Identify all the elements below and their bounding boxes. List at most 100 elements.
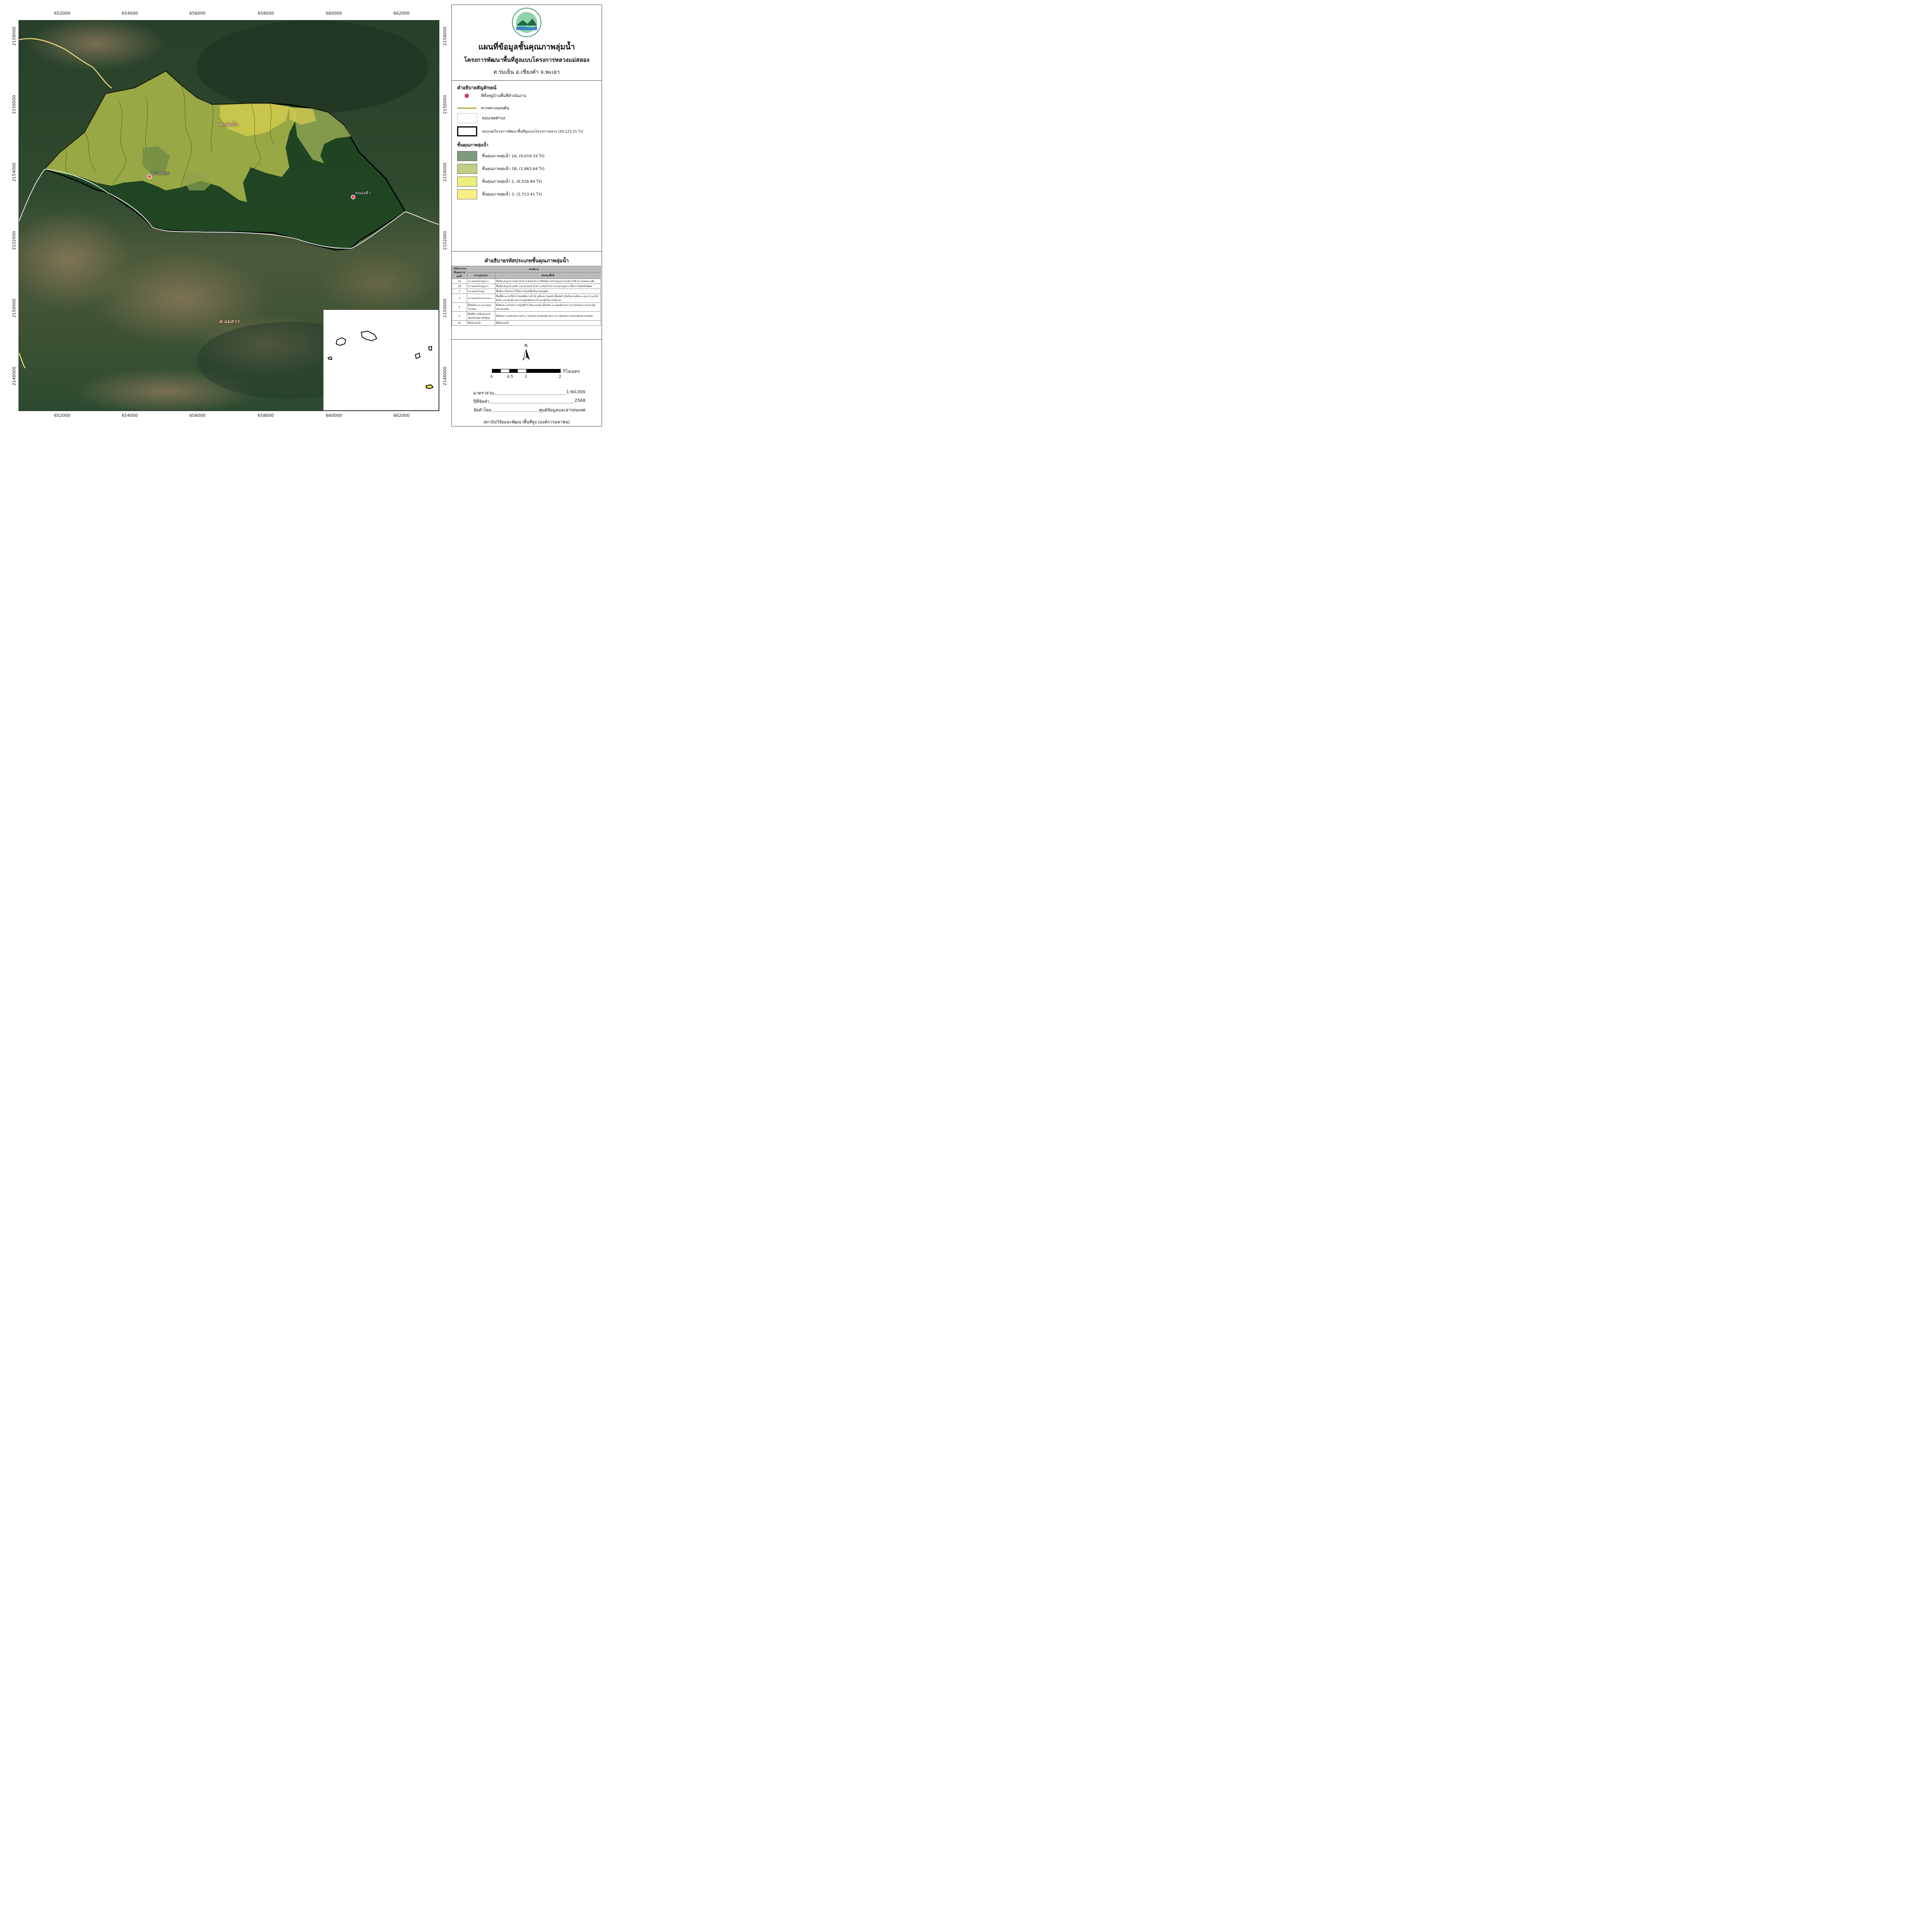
scale-block: N 0 0.5 1 2 กิโลเมตร มาตราส่วน 1:60,000 …: [452, 339, 602, 426]
y-tick: 2148000: [12, 367, 17, 386]
x-tick: 652000: [54, 11, 70, 16]
info-label: มาตราส่วน: [473, 391, 494, 396]
y-tick: 2150000: [442, 299, 447, 318]
location-text: ต.ร่มเย็น อ.เชียงคำ จ.พะเยา: [493, 69, 560, 75]
legend-block: คำอธิบายสัญลักษณ์ ที่ตั้งหมู่บ้านพื้นที่…: [452, 80, 602, 252]
legend-label: ชั้นคุณภาพลุ่มน้ำ 1B, (1,863.64 ไร่): [482, 167, 545, 171]
legend-item-class-2: ชั้นคุณภาพลุ่มน้ำ 2, (6,526.84 ไร่): [457, 176, 542, 187]
info-label: ปีที่จัดทำ: [473, 399, 490, 404]
x-tick: 662000: [393, 11, 410, 16]
x-tick: 654000: [122, 11, 138, 16]
organization-name: สถาบันวิจัยและพัฒนาพื้นที่สูง (องค์การมห…: [483, 420, 570, 425]
y-tick: 2156000: [12, 95, 17, 114]
scale-info-row: มาตราส่วน 1:60,000: [473, 389, 585, 396]
class-1a-swatch: [457, 151, 477, 161]
scale-bar: [492, 369, 561, 373]
y-tick: 2152000: [442, 231, 447, 250]
table-row: 4 พื้นที่เนินราบ ความอ่อนไหวน้อย พื้นที่เห…: [452, 303, 601, 312]
y-tick: 2158000: [12, 27, 17, 46]
y-tick: 2154000: [12, 163, 17, 182]
village-label: ผาแดงบน: [151, 171, 170, 176]
table-row: 1A ความอ่อนไหวสูงมาก พื้นที่ป่าสมบูรณ์ ก่อ…: [452, 279, 601, 284]
table-row: 1B ความอ่อนไหวสูงมาก พื้นที่ป่าสมบูรณ์ แต่…: [452, 284, 601, 289]
inset-area-outline: [335, 337, 347, 346]
tambon-boundary-icon: [457, 113, 477, 123]
y-tick: 2152000: [12, 231, 17, 250]
legend-label: ที่ตั้งหมู่บ้านพื้นที่ดำเนินงาน: [481, 93, 526, 98]
x-tick: 656000: [189, 11, 206, 16]
legend-item-village: ที่ตั้งหมู่บ้านพื้นที่ดำเนินงาน: [457, 90, 526, 101]
village-marker-icon: [457, 93, 476, 98]
title-block: แผนที่ข้อมูลชั้นคุณภาพลุ่มน้ำ โครงการพัฒ…: [452, 5, 602, 81]
x-tick: 660000: [326, 413, 342, 418]
y-tick: 2156000: [442, 95, 447, 114]
y-tick: 2148000: [442, 367, 447, 386]
scale-label: 1: [525, 375, 527, 379]
table-head: ความอ่อนไหว: [467, 272, 495, 279]
inset-area-outline: [428, 346, 432, 350]
legend-item-class-1a: ชั้นคุณภาพลุ่มน้ำ 1A, (9,019.33 ไร่): [457, 151, 544, 161]
table-head: ลักษณะพื้นที่: [495, 272, 601, 279]
class-1b-swatch: [457, 164, 477, 174]
legend-panel: แผนที่ข้อมูลชั้นคุณภาพลุ่มน้ำ โครงการพัฒ…: [451, 5, 602, 427]
legend-item-class-1b: ชั้นคุณภาพลุ่มน้ำ 1B, (1,863.64 ไร่): [457, 163, 544, 174]
scale-bar-segment: [492, 369, 501, 372]
x-tick: 658000: [258, 413, 274, 418]
code-table-title: คำอธิบายรหัสประเภทชั้นคุณภาพลุ่มน้ำ: [485, 258, 569, 264]
village-marker-icon: [351, 195, 355, 199]
legend-item-highway: ทางหลวงแผ่นดิน: [457, 103, 509, 114]
scale-bar-segment: [526, 369, 560, 372]
year-info-row: ปีที่จัดทำ 2568: [473, 398, 585, 405]
x-tick: 654000: [122, 413, 138, 418]
class-legend-title: ชั้นคุณภาพลุ่มน้ำ: [457, 143, 488, 148]
x-tick: 662000: [393, 413, 410, 418]
map-sheet: 652000 654000 656000 658000 660000 66200…: [0, 0, 606, 428]
info-label: จัดทำโดย: [473, 408, 492, 413]
table-head: คำอธิบาย: [467, 266, 601, 273]
terrain-patch: [320, 252, 436, 314]
x-tick: 658000: [258, 11, 274, 16]
project-boundary-icon: [457, 126, 477, 136]
x-tick: 656000: [189, 413, 206, 418]
legend-label: ขอบเขตตำบล: [482, 116, 505, 121]
legend-item-class-3: ชั้นคุณภาพลุ่มน้ำ 3, (2,713.41 ไร่): [457, 189, 542, 200]
tambon-label: ต.ร่มเย็น: [219, 122, 238, 127]
map-title: แผนที่ข้อมูลชั้นคุณภาพลุ่มน้ำ: [478, 42, 575, 51]
village-marker-icon: [147, 174, 152, 179]
legend-label: ชั้นคุณภาพลุ่มน้ำ 3, (2,713.41 ไร่): [482, 192, 542, 197]
project-name: โครงการพัฒนาพื้นที่สูงแบบโครงการหลวงแม่ส…: [464, 56, 590, 63]
scale-label: 2: [559, 375, 561, 379]
scale-unit: กิโลเมตร: [563, 369, 580, 374]
scale-bar-segment: [501, 369, 509, 372]
x-tick: 652000: [54, 413, 70, 418]
class-2-swatch: [457, 177, 477, 187]
y-tick: 2154000: [442, 163, 447, 182]
maker-info-row: จัดทำโดย ศูนย์ข้อมูลและสารสนเทศ: [473, 406, 585, 413]
inset-canvas: [327, 330, 434, 389]
inset-area-outline: [415, 352, 421, 359]
inset-map: [323, 309, 439, 411]
info-value: ศูนย์ข้อมูลและสารสนเทศ: [539, 408, 585, 413]
scale-bar-segment: [518, 369, 526, 372]
scale-label: 0: [490, 375, 493, 379]
class-3-swatch: [457, 189, 477, 199]
scale-bar-segment: [509, 369, 518, 372]
terrain-patch: [197, 20, 429, 113]
table-row: 5 พื้นที่ที่ราบหรือเนินลาดเอียงเล็กน้อย ห…: [452, 311, 601, 321]
legend-label: ทางหลวงแผ่นดิน: [481, 106, 509, 110]
village-label: หนองห้า: [355, 190, 371, 195]
y-tick: 2150000: [12, 299, 17, 318]
y-tick: 2158000: [442, 27, 447, 46]
legend-label: ขอบเขตโครงการพัฒนาพื้นที่สูงแบบโครงการหล…: [482, 130, 583, 134]
code-table-block: คำอธิบายรหัสประเภทชั้นคุณภาพลุ่มน้ำ รหัส…: [452, 251, 602, 340]
code-table: รหัสประเภท ชั้นคุณภาพ ลุ่มน้ำ คำอธิบาย ค…: [452, 266, 601, 326]
table-row: 3 ความอ่อนไหวปานกลาง พื้นที่ที่สามารถใช้ปร…: [452, 294, 601, 303]
x-tick: 660000: [326, 11, 342, 16]
institute-logo-icon: [512, 8, 541, 37]
legend-item-project: ขอบเขตโครงการพัฒนาพื้นที่สูงแบบโครงการหล…: [457, 126, 583, 137]
inset-area-outline: [361, 330, 378, 342]
highway-line-icon: [457, 107, 476, 109]
table-row: W พื้นที่แหล่งน้ำ พื้นที่แหล่งน้ำ: [452, 320, 601, 326]
legend-label: ชั้นคุณภาพลุ่มน้ำ 1A, (9,019.33 ไร่): [482, 154, 545, 158]
map-view[interactable]: ผาแดงบน หนองห้า ต.ร่มเย็น ต.แม่ลาว: [19, 20, 439, 411]
